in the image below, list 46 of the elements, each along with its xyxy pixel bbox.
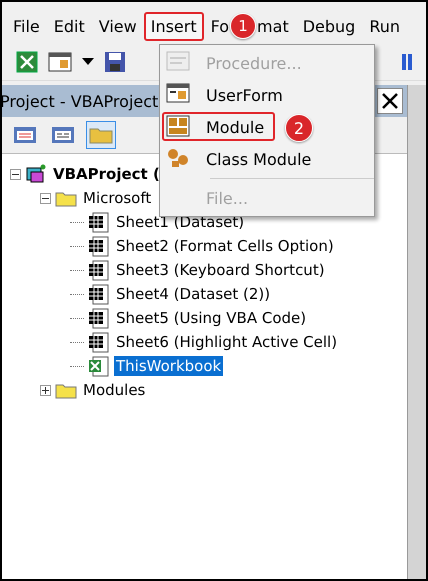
menu-option[interactable]: Class Module [160, 143, 374, 175]
form-icon [166, 83, 190, 103]
tree-item[interactable]: Modules [81, 380, 148, 400]
tree-item[interactable]: ThisWorkbook [114, 356, 224, 376]
menu-item[interactable]: mat [255, 12, 296, 40]
menu-item[interactable]: Fo [204, 12, 232, 40]
tree-item[interactable]: VBAProject ( [51, 164, 162, 184]
class-icon [166, 147, 190, 169]
menu-item[interactable]: Insert [144, 12, 204, 40]
menu-option[interactable]: Module 2 [160, 111, 374, 143]
tree-item[interactable]: Sheet6 (Highlight Active Cell) [114, 332, 340, 352]
project-icon [25, 164, 47, 184]
tree-item[interactable]: Microsoft [81, 188, 154, 208]
menu-item[interactable]: Edit [46, 12, 92, 40]
step-badge: 1 [230, 13, 256, 39]
tree-item[interactable]: Sheet2 (Format Cells Option) [114, 236, 336, 256]
tree-item[interactable]: Sheet5 (Using VBA Code) [114, 308, 308, 328]
save-icon[interactable] [104, 51, 126, 73]
sheet-icon [88, 331, 110, 353]
close-button[interactable] [377, 88, 403, 114]
excel-icon[interactable] [16, 51, 38, 73]
workbook-icon [88, 355, 110, 377]
menu-item[interactable]: Run [362, 12, 408, 40]
collapse-icon[interactable] [10, 168, 21, 180]
sheet-icon [88, 307, 110, 329]
menu-item[interactable]: View [92, 12, 144, 40]
scrollbar[interactable] [407, 85, 426, 579]
sheet-icon [88, 235, 110, 257]
sheet-icon [88, 211, 110, 233]
collapse-icon[interactable] [40, 192, 51, 204]
menu-item[interactable]: File [6, 12, 47, 40]
menu-option[interactable]: UserForm [160, 79, 374, 111]
step-badge: 2 [285, 114, 313, 142]
pause-icon[interactable] [402, 54, 412, 70]
procedure-icon [166, 51, 190, 71]
module-icon [166, 115, 190, 137]
caret-icon[interactable] [82, 58, 94, 66]
toggle-folders-button[interactable] [86, 121, 116, 149]
tree-item[interactable]: Sheet3 (Keyboard Shortcut) [114, 260, 327, 280]
tree-item[interactable]: Sheet1 (Dataset) [114, 212, 246, 232]
sheet-icon [88, 259, 110, 281]
sheet-icon [88, 283, 110, 305]
menu-item[interactable]: Debug [296, 12, 362, 40]
expand-icon[interactable] [40, 384, 51, 396]
tree-item[interactable]: Sheet4 (Dataset (2)) [114, 284, 272, 304]
form-icon[interactable] [48, 52, 72, 72]
